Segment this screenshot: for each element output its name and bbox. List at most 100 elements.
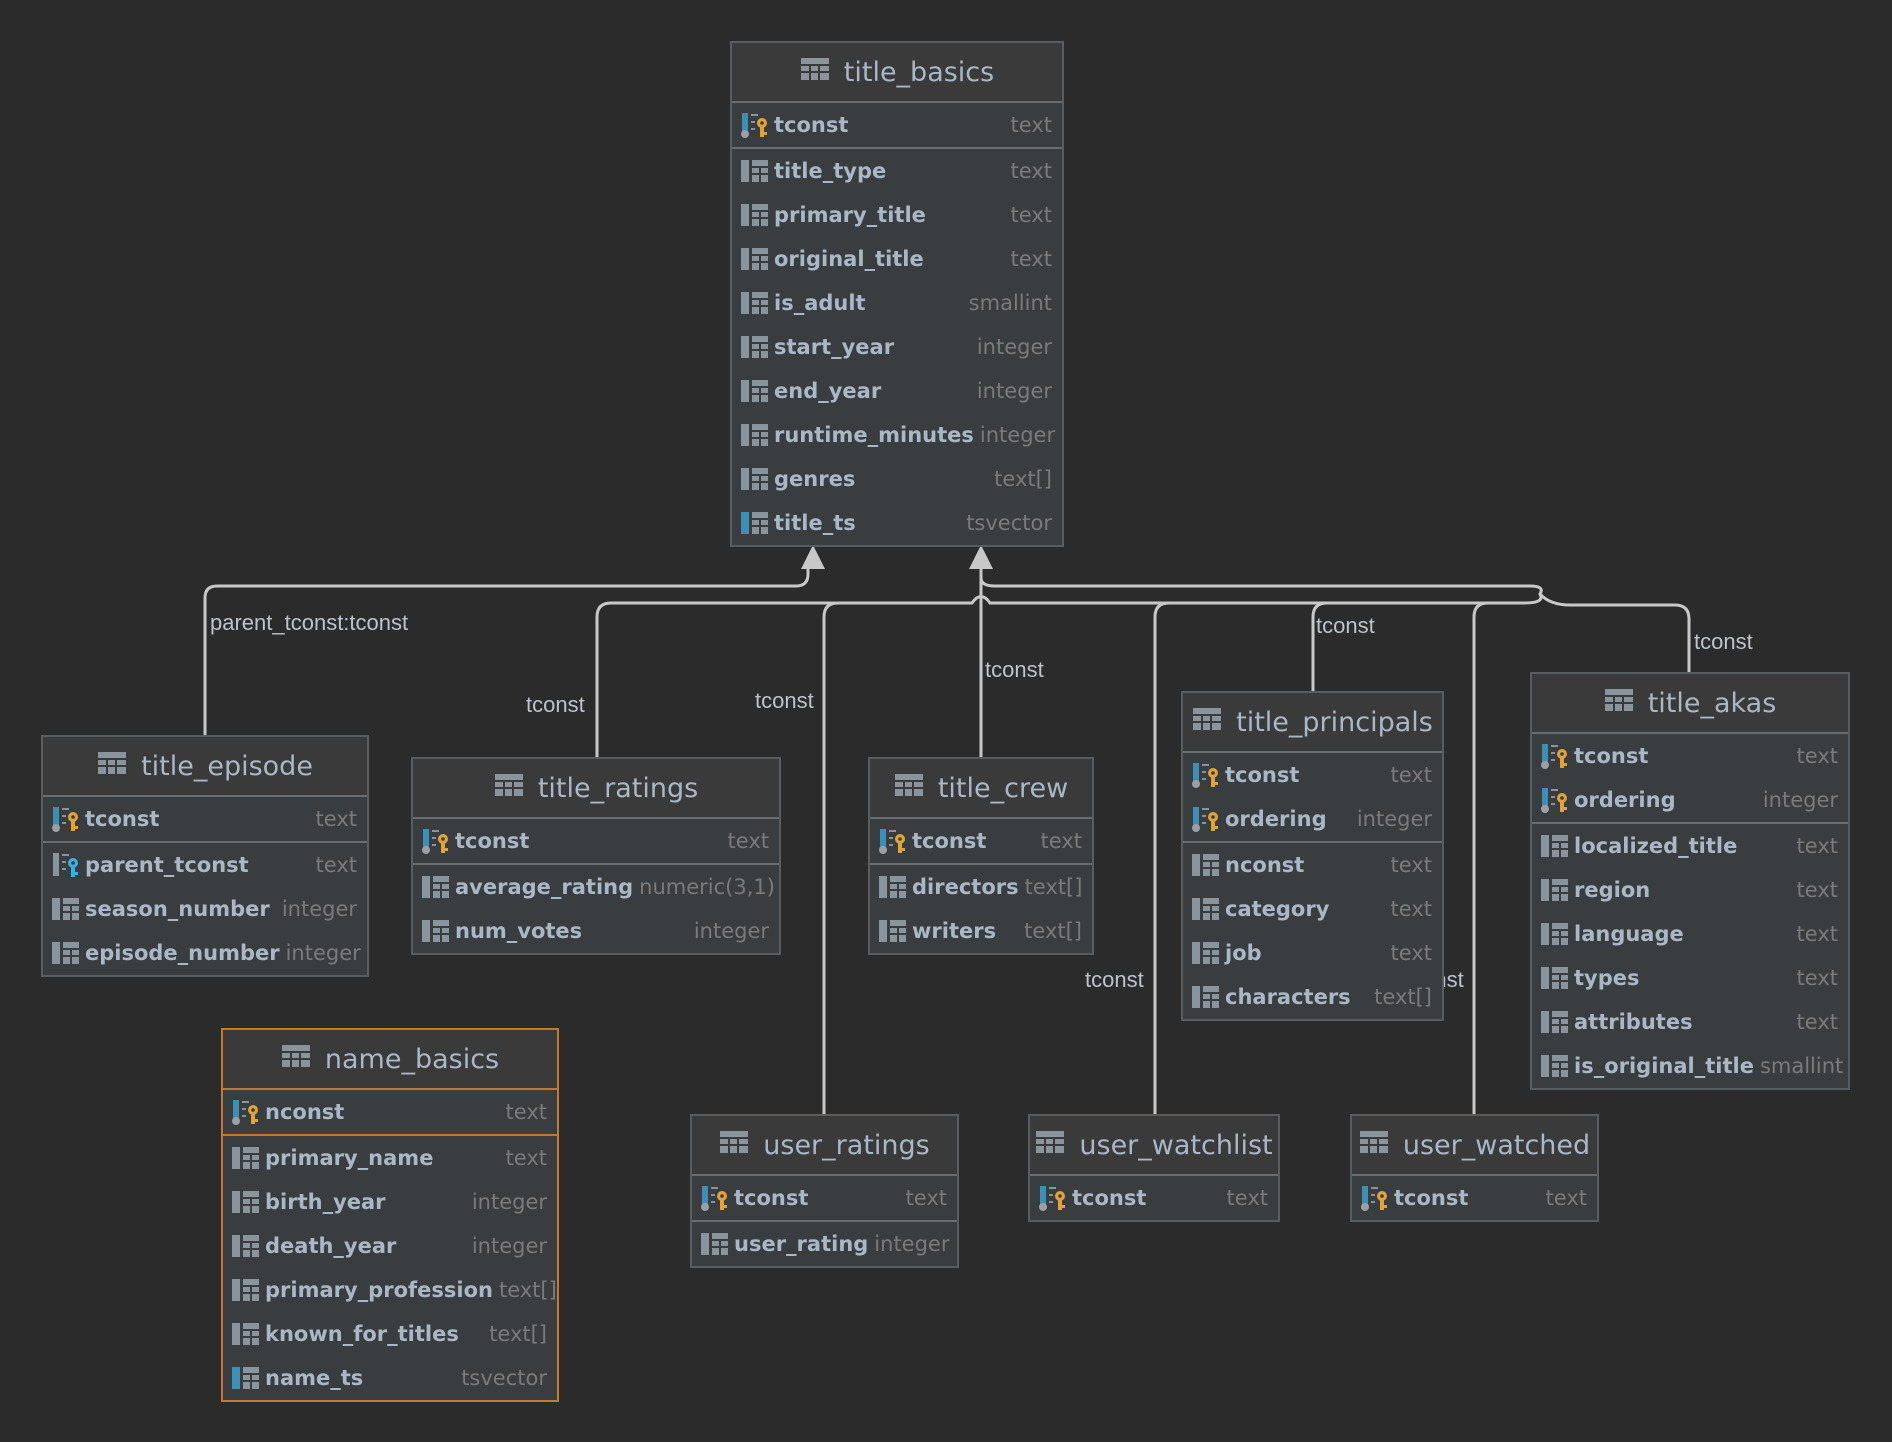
column-icon [740, 466, 770, 492]
table-name-basics[interactable]: name_basics nconst text primary_name text bir… [221, 1028, 559, 1402]
column-row[interactable]: tconst text [732, 103, 1062, 147]
column-row[interactable]: average_rating numeric(3,1) [413, 865, 779, 909]
primary-key-group: nconst text [223, 1090, 557, 1136]
column-row[interactable]: start_year integer [732, 325, 1062, 369]
column-type: integer [471, 1190, 547, 1214]
table-title-episode[interactable]: title_episode tconst text parent_tconst text… [41, 735, 369, 977]
column-icon [231, 1145, 261, 1171]
column-row[interactable]: nconst text [1183, 843, 1442, 887]
table-title-akas[interactable]: title_akas tconst text ordering integer local… [1530, 672, 1850, 1090]
column-row[interactable]: localized_title text [1532, 824, 1848, 868]
column-row[interactable]: ordering integer [1183, 797, 1442, 841]
table-header[interactable]: user_watchlist [1030, 1116, 1278, 1176]
column-row[interactable]: region text [1532, 868, 1848, 912]
column-row[interactable]: parent_tconst text [43, 843, 367, 887]
table-header[interactable]: title_principals [1183, 693, 1442, 753]
column-row[interactable]: primary_name text [223, 1136, 557, 1180]
column-type: text[] [1024, 875, 1083, 899]
column-row[interactable]: name_ts tsvector [223, 1356, 557, 1400]
column-type: text [1545, 1186, 1587, 1210]
column-row[interactable]: end_year integer [732, 369, 1062, 413]
column-type: text[] [498, 1278, 557, 1302]
column-icon [740, 158, 770, 184]
column-row[interactable]: is_original_title smallint [1532, 1044, 1848, 1088]
column-row[interactable]: title_ts tsvector [732, 501, 1062, 545]
column-row[interactable]: genres text[] [732, 457, 1062, 501]
column-icon [1540, 921, 1570, 947]
column-row[interactable]: tconst text [43, 797, 367, 841]
column-row[interactable]: tconst text [1352, 1176, 1597, 1220]
column-type: integer [976, 335, 1052, 359]
column-row[interactable]: ordering integer [1532, 778, 1848, 822]
column-row[interactable]: episode_number integer [43, 931, 367, 975]
column-row[interactable]: known_for_titles text[] [223, 1312, 557, 1356]
column-type: text[] [489, 1322, 547, 1346]
column-row[interactable]: job text [1183, 931, 1442, 975]
table-header[interactable]: title_akas [1532, 674, 1848, 734]
table-header[interactable]: user_watched [1352, 1116, 1597, 1176]
table-header[interactable]: name_basics [223, 1030, 557, 1090]
column-name: job [1225, 941, 1262, 965]
table-title-basics[interactable]: title_basics tconst text title_type text prim… [730, 41, 1064, 547]
table-title-ratings[interactable]: title_ratings tconst text average_rating num… [411, 757, 781, 955]
table-user-watchlist[interactable]: user_watchlist tconst text [1028, 1114, 1280, 1222]
column-row[interactable]: tconst text [692, 1176, 957, 1220]
column-row[interactable]: directors text[] [870, 865, 1092, 909]
table-title-principals[interactable]: title_principals tconst text ordering intege… [1181, 691, 1444, 1021]
column-row[interactable]: types text [1532, 956, 1848, 1000]
primary-key-group: tconst text [732, 103, 1062, 149]
column-row[interactable]: category text [1183, 887, 1442, 931]
column-type: text [905, 1186, 947, 1210]
table-icon [719, 1130, 749, 1161]
table-icon [1035, 1130, 1065, 1161]
column-row[interactable]: birth_year integer [223, 1180, 557, 1224]
column-name: ordering [1225, 807, 1327, 831]
column-row[interactable]: tconst text [1532, 734, 1848, 778]
column-row[interactable]: user_rating integer [692, 1222, 957, 1266]
column-type: text [727, 829, 769, 853]
column-row[interactable]: original_title text [732, 237, 1062, 281]
table-header[interactable]: user_ratings [692, 1116, 957, 1176]
column-row[interactable]: death_year integer [223, 1224, 557, 1268]
column-row[interactable]: tconst text [413, 819, 779, 863]
column-row[interactable]: tconst text [1183, 753, 1442, 797]
table-name: title_akas [1647, 687, 1777, 719]
table-header[interactable]: title_ratings [413, 759, 779, 819]
column-row[interactable]: is_adult smallint [732, 281, 1062, 325]
column-name: ordering [1574, 788, 1676, 812]
link-label: tconst [1316, 613, 1375, 638]
table-header[interactable]: title_basics [732, 43, 1062, 103]
primary-key-icon [1360, 1185, 1390, 1211]
table-title-crew[interactable]: title_crew tconst text directors text[] write… [868, 757, 1094, 955]
primary-key-group: tconst text [1030, 1176, 1278, 1220]
column-type: text [1010, 159, 1052, 183]
column-row[interactable]: writers text[] [870, 909, 1092, 953]
column-row[interactable]: characters text[] [1183, 975, 1442, 1019]
column-row[interactable]: primary_profession text[] [223, 1268, 557, 1312]
table-header[interactable]: title_episode [43, 737, 367, 797]
column-row[interactable]: language text [1532, 912, 1848, 956]
column-row[interactable]: tconst text [870, 819, 1092, 863]
column-row[interactable]: num_votes integer [413, 909, 779, 953]
column-type: text [1796, 966, 1838, 990]
column-row[interactable]: title_type text [732, 149, 1062, 193]
column-name: user_rating [734, 1232, 869, 1256]
column-name: runtime_minutes [774, 423, 974, 447]
column-icon [740, 290, 770, 316]
column-name: end_year [774, 379, 882, 403]
column-row[interactable]: runtime_minutes integer [732, 413, 1062, 457]
table-user-ratings[interactable]: user_ratings tconst text user_rating integer [690, 1114, 959, 1268]
column-row[interactable]: tconst text [1030, 1176, 1278, 1220]
table-user-watched[interactable]: user_watched tconst text [1350, 1114, 1599, 1222]
primary-key-group: tconst text [413, 819, 779, 865]
column-icon [1191, 896, 1221, 922]
link-label: tconst [1085, 967, 1144, 992]
column-row[interactable]: attributes text [1532, 1000, 1848, 1044]
table-header[interactable]: title_crew [870, 759, 1092, 819]
column-icon [1540, 965, 1570, 991]
column-icon [700, 1231, 730, 1257]
link-label: tconst [526, 692, 585, 717]
column-row[interactable]: season_number integer [43, 887, 367, 931]
column-row[interactable]: nconst text [223, 1090, 557, 1134]
column-row[interactable]: primary_title text [732, 193, 1062, 237]
